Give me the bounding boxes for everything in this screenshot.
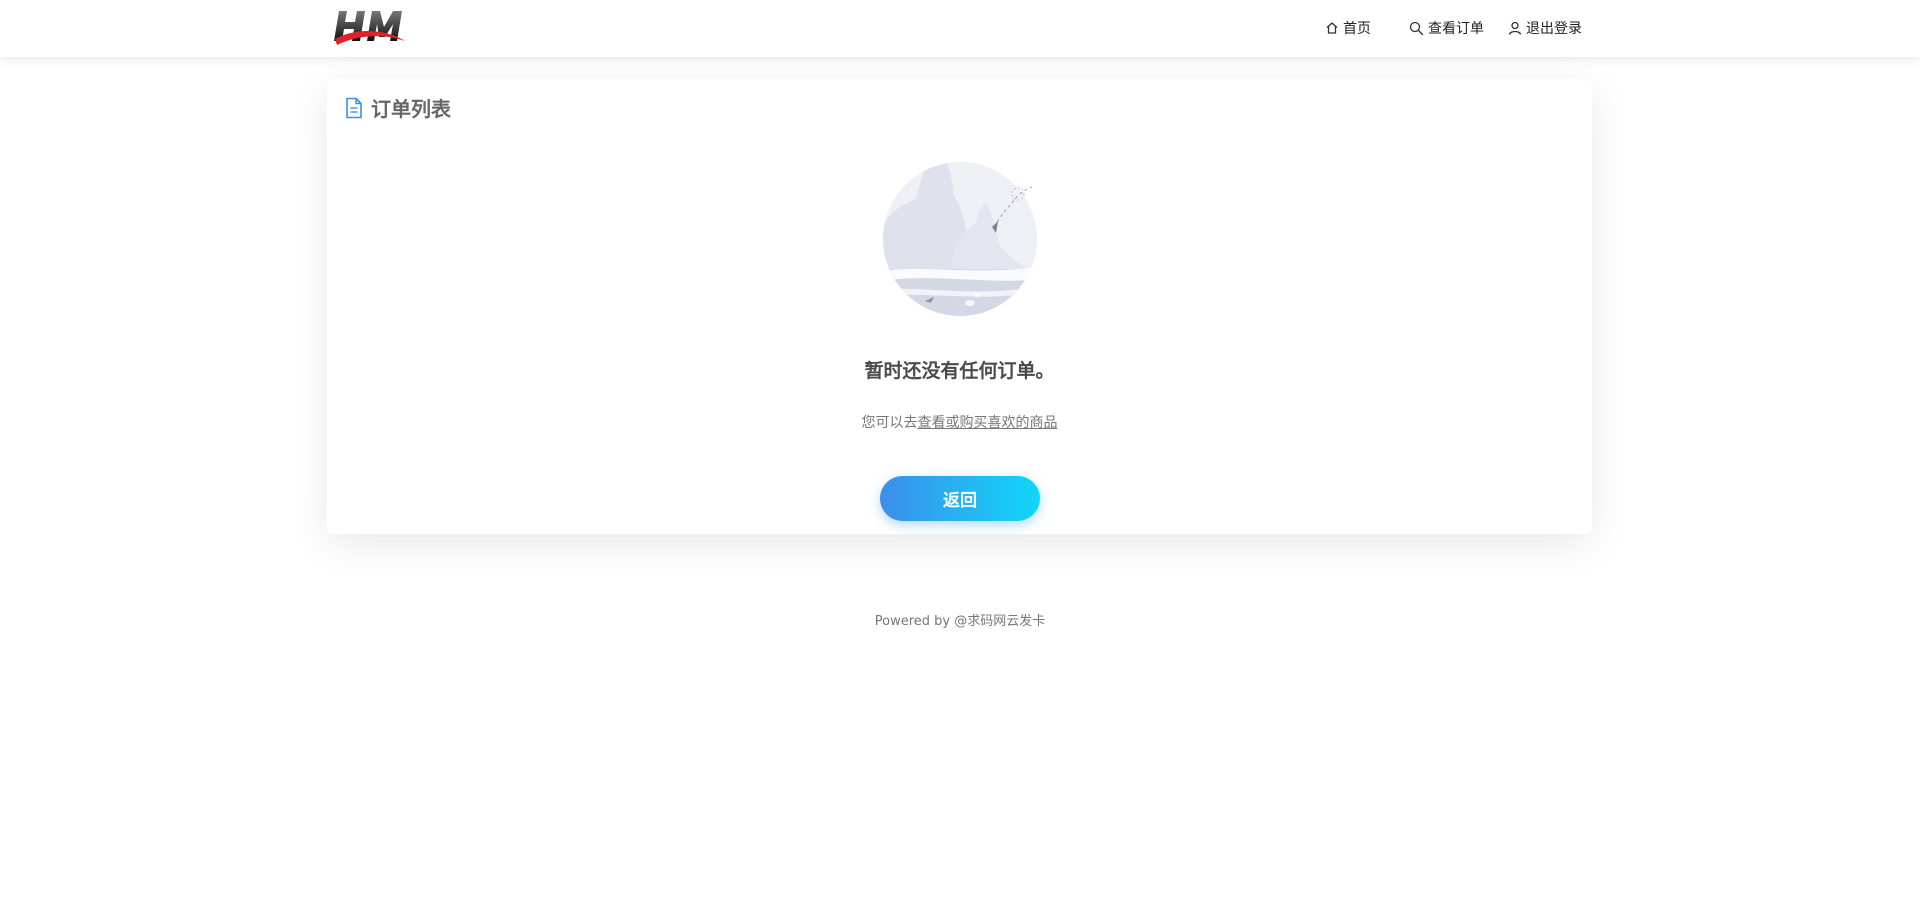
- empty-state-title: 暂时还没有任何订单。: [864, 360, 1055, 382]
- browse-products-link[interactable]: 查看或购买喜欢的商品: [918, 415, 1058, 431]
- nav-orders-label: 查看订单: [1428, 21, 1484, 37]
- home-icon: [1326, 22, 1338, 34]
- site-logo[interactable]: [333, 7, 407, 49]
- card-header: 订单列表: [345, 93, 451, 122]
- order-list-card: 订单列表 暂时还没有任何订单。 您可以去查看或购买喜欢的商品 返回: [327, 79, 1592, 534]
- footer-powered-by: Powered by @求码网云发卡: [874, 614, 1046, 629]
- nav-home-label: 首页: [1343, 21, 1371, 37]
- document-icon: [346, 97, 362, 118]
- nav-view-orders[interactable]: 查看订单: [1409, 18, 1484, 38]
- empty-state-hint: 您可以去查看或购买喜欢的商品: [327, 412, 1592, 432]
- empty-state-illustration: [883, 162, 1037, 316]
- hint-prefix: 您可以去: [861, 415, 918, 431]
- nav-logout[interactable]: 退出登录: [1508, 18, 1582, 38]
- search-icon: [1409, 21, 1424, 35]
- top-navbar: 首页 查看订单 退出登录: [0, 0, 1920, 57]
- user-icon: [1508, 21, 1522, 35]
- page-title: 订单列表: [371, 97, 451, 121]
- nav-home[interactable]: 首页: [1325, 18, 1371, 38]
- nav-logout-label: 退出登录: [1526, 21, 1582, 37]
- back-button[interactable]: 返回: [880, 476, 1040, 521]
